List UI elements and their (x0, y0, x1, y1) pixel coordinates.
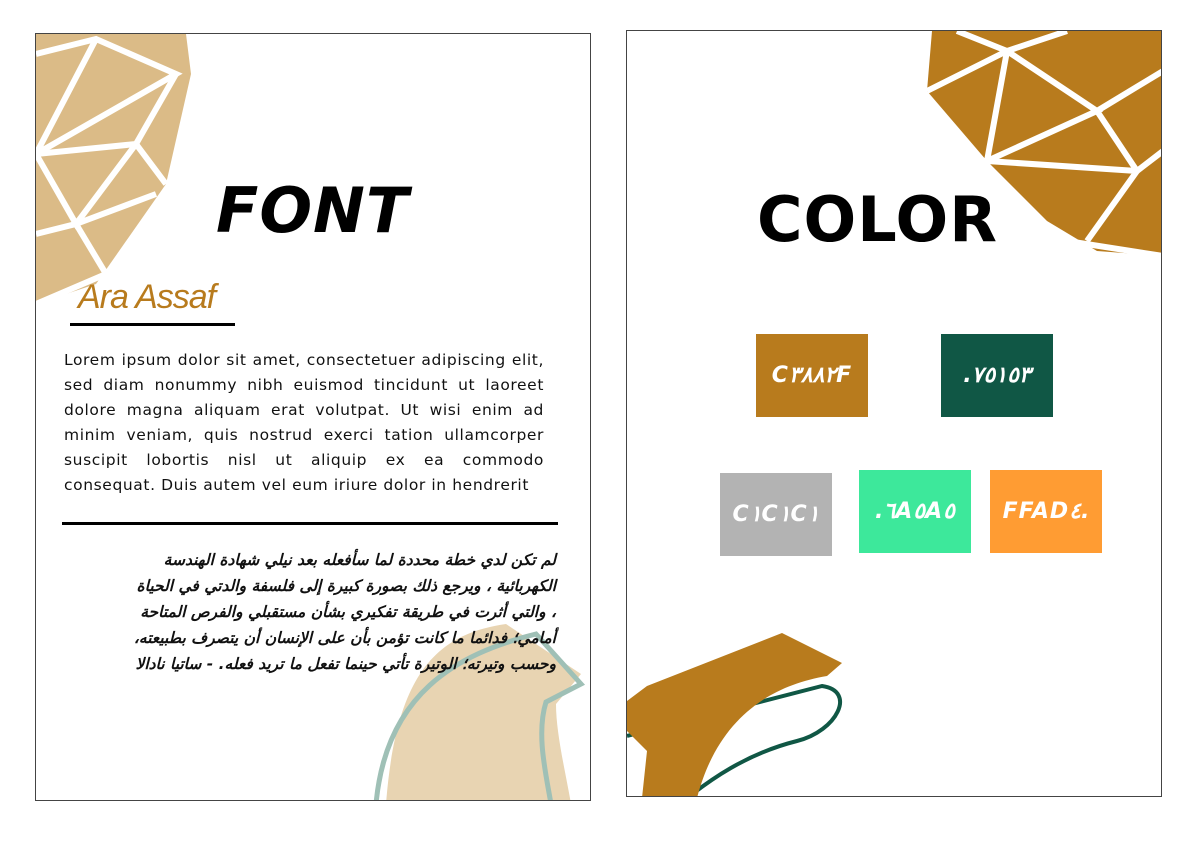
swatch-label: FFAD٤. (1002, 499, 1090, 524)
arabic-line: لم تكن لدي خطة محددة لما سأفعله بعد نيلي… (163, 551, 556, 569)
swatch-label: C٣٨٨٢F (771, 363, 853, 388)
swatch-label: .٧٥١٥٣ (963, 363, 1031, 388)
color-swatch: .٧٥١٥٣ (941, 334, 1053, 417)
divider (62, 522, 558, 525)
swatch-label: C١C١C١ (732, 502, 820, 527)
color-title: COLOR (757, 183, 998, 256)
arabic-sample-text: لم تكن لدي خطة محددة لما سأفعله بعد نيلي… (56, 547, 556, 677)
color-swatch: C١C١C١ (720, 473, 832, 556)
arabic-line: أمامي؛ فدائما ما كانت تؤمن بأن على الإنس… (133, 629, 556, 647)
color-page: COLOR C٣٨٨٢F .٧٥١٥٣ C١C١C١ .٦A٥A٥ FFAD٤. (626, 30, 1162, 797)
triangle-pattern-decoration (627, 31, 1161, 796)
color-swatch: .٦A٥A٥ (859, 470, 971, 553)
font-page: FONT Ara Assaf Lorem ipsum dolor sit ame… (35, 33, 591, 801)
latin-sample-text: Lorem ipsum dolor sit amet, consectetuer… (64, 351, 544, 494)
arabic-line: وحسب وتيرته؛ الوتيرة تأتي حينما تفعل ما … (135, 655, 556, 673)
author-name: Ara Assaf (78, 278, 216, 316)
author-underline (70, 323, 235, 326)
arabic-line: ، والتي أثرت في طريقة تفكيري بشأن مستقبل… (140, 603, 556, 621)
color-swatch: C٣٨٨٢F (756, 334, 868, 417)
arabic-line: الكهربائية ، ويرجع ذلك بصورة كبيرة إلى ف… (136, 577, 556, 595)
swatch-label: .٦A٥A٥ (875, 499, 955, 524)
font-title: FONT (216, 174, 410, 247)
color-swatch: FFAD٤. (990, 470, 1102, 553)
